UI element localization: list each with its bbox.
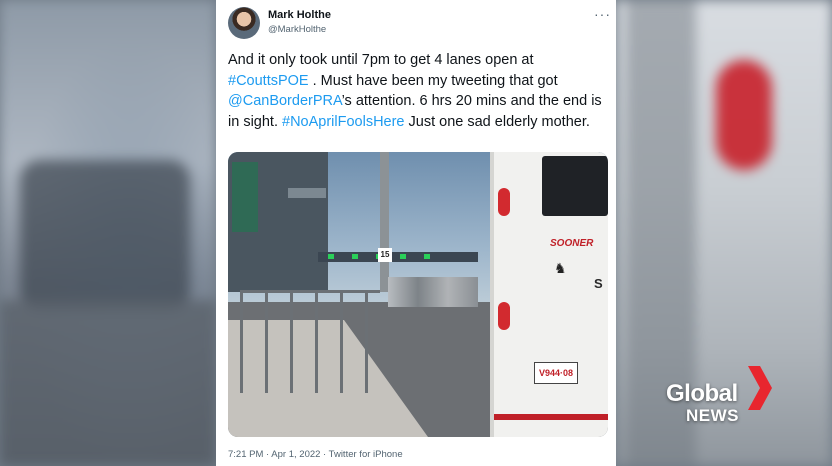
tweet-text-part: Just one sad elderly mother.: [404, 113, 590, 130]
tweet-timestamp[interactable]: 7:21 PM · Apr 1, 2022 · Twitter for iPho…: [228, 449, 403, 460]
background-left-blur: [0, 0, 216, 466]
tweet-photo[interactable]: 15 SOONER ♞ S V944·08: [228, 152, 608, 437]
photo-railing: [240, 290, 380, 393]
photo-lane-number: 15: [378, 248, 392, 262]
global-news-logo: Global NEWS: [666, 366, 786, 440]
photo-car-queue: [388, 277, 478, 307]
hashtag-link[interactable]: #CouttsPOE: [228, 73, 309, 89]
logo-line2: NEWS: [686, 406, 739, 425]
tweet-text-part: . Must have been my tweeting that got: [308, 72, 558, 89]
trailer-side-text: S: [594, 276, 603, 291]
hashtag-link[interactable]: #NoAprilFoolsHere: [282, 114, 405, 130]
avatar[interactable]: [228, 7, 260, 39]
global-chevron-icon: [748, 366, 772, 410]
photo-horse-trailer: SOONER ♞ S V944·08: [490, 152, 608, 437]
author-handle[interactable]: @MarkHolthe: [268, 24, 326, 35]
tweet-card: Mark Holthe @MarkHolthe ··· And it only …: [216, 0, 616, 466]
photo-lane-lights: [328, 254, 478, 260]
logo-line1: Global: [666, 380, 738, 407]
tweet-text-part: And it only took until 7pm to get 4 lane…: [228, 52, 534, 68]
photo-pole: [380, 152, 389, 292]
author-name[interactable]: Mark Holthe: [268, 9, 331, 21]
license-plate: V944·08: [534, 362, 578, 384]
horse-icon: ♞: [554, 260, 567, 276]
trailer-brand-text: SOONER: [550, 238, 594, 249]
mention-link[interactable]: @CanBorderPRA: [228, 93, 342, 109]
more-options-icon[interactable]: ···: [594, 6, 611, 22]
photo-building: [228, 152, 328, 292]
tweet-text: And it only took until 7pm to get 4 lane…: [228, 50, 608, 132]
